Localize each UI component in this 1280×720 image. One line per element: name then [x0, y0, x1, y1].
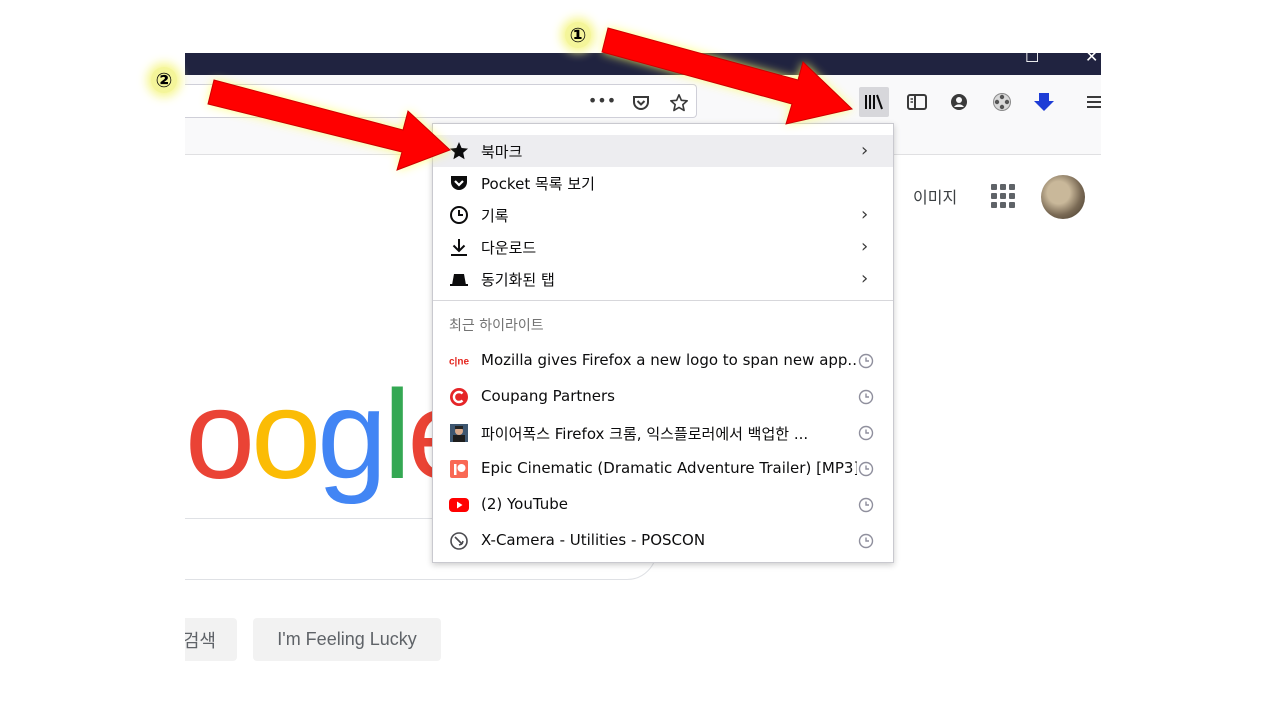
arrow-to-library-button [601, 27, 854, 125]
annotation-marker-1: ① [565, 22, 591, 48]
annotation-arrows [207, 27, 854, 171]
annotation-marker-2: ② [151, 67, 177, 93]
arrow-to-bookmarks-item [207, 79, 451, 171]
